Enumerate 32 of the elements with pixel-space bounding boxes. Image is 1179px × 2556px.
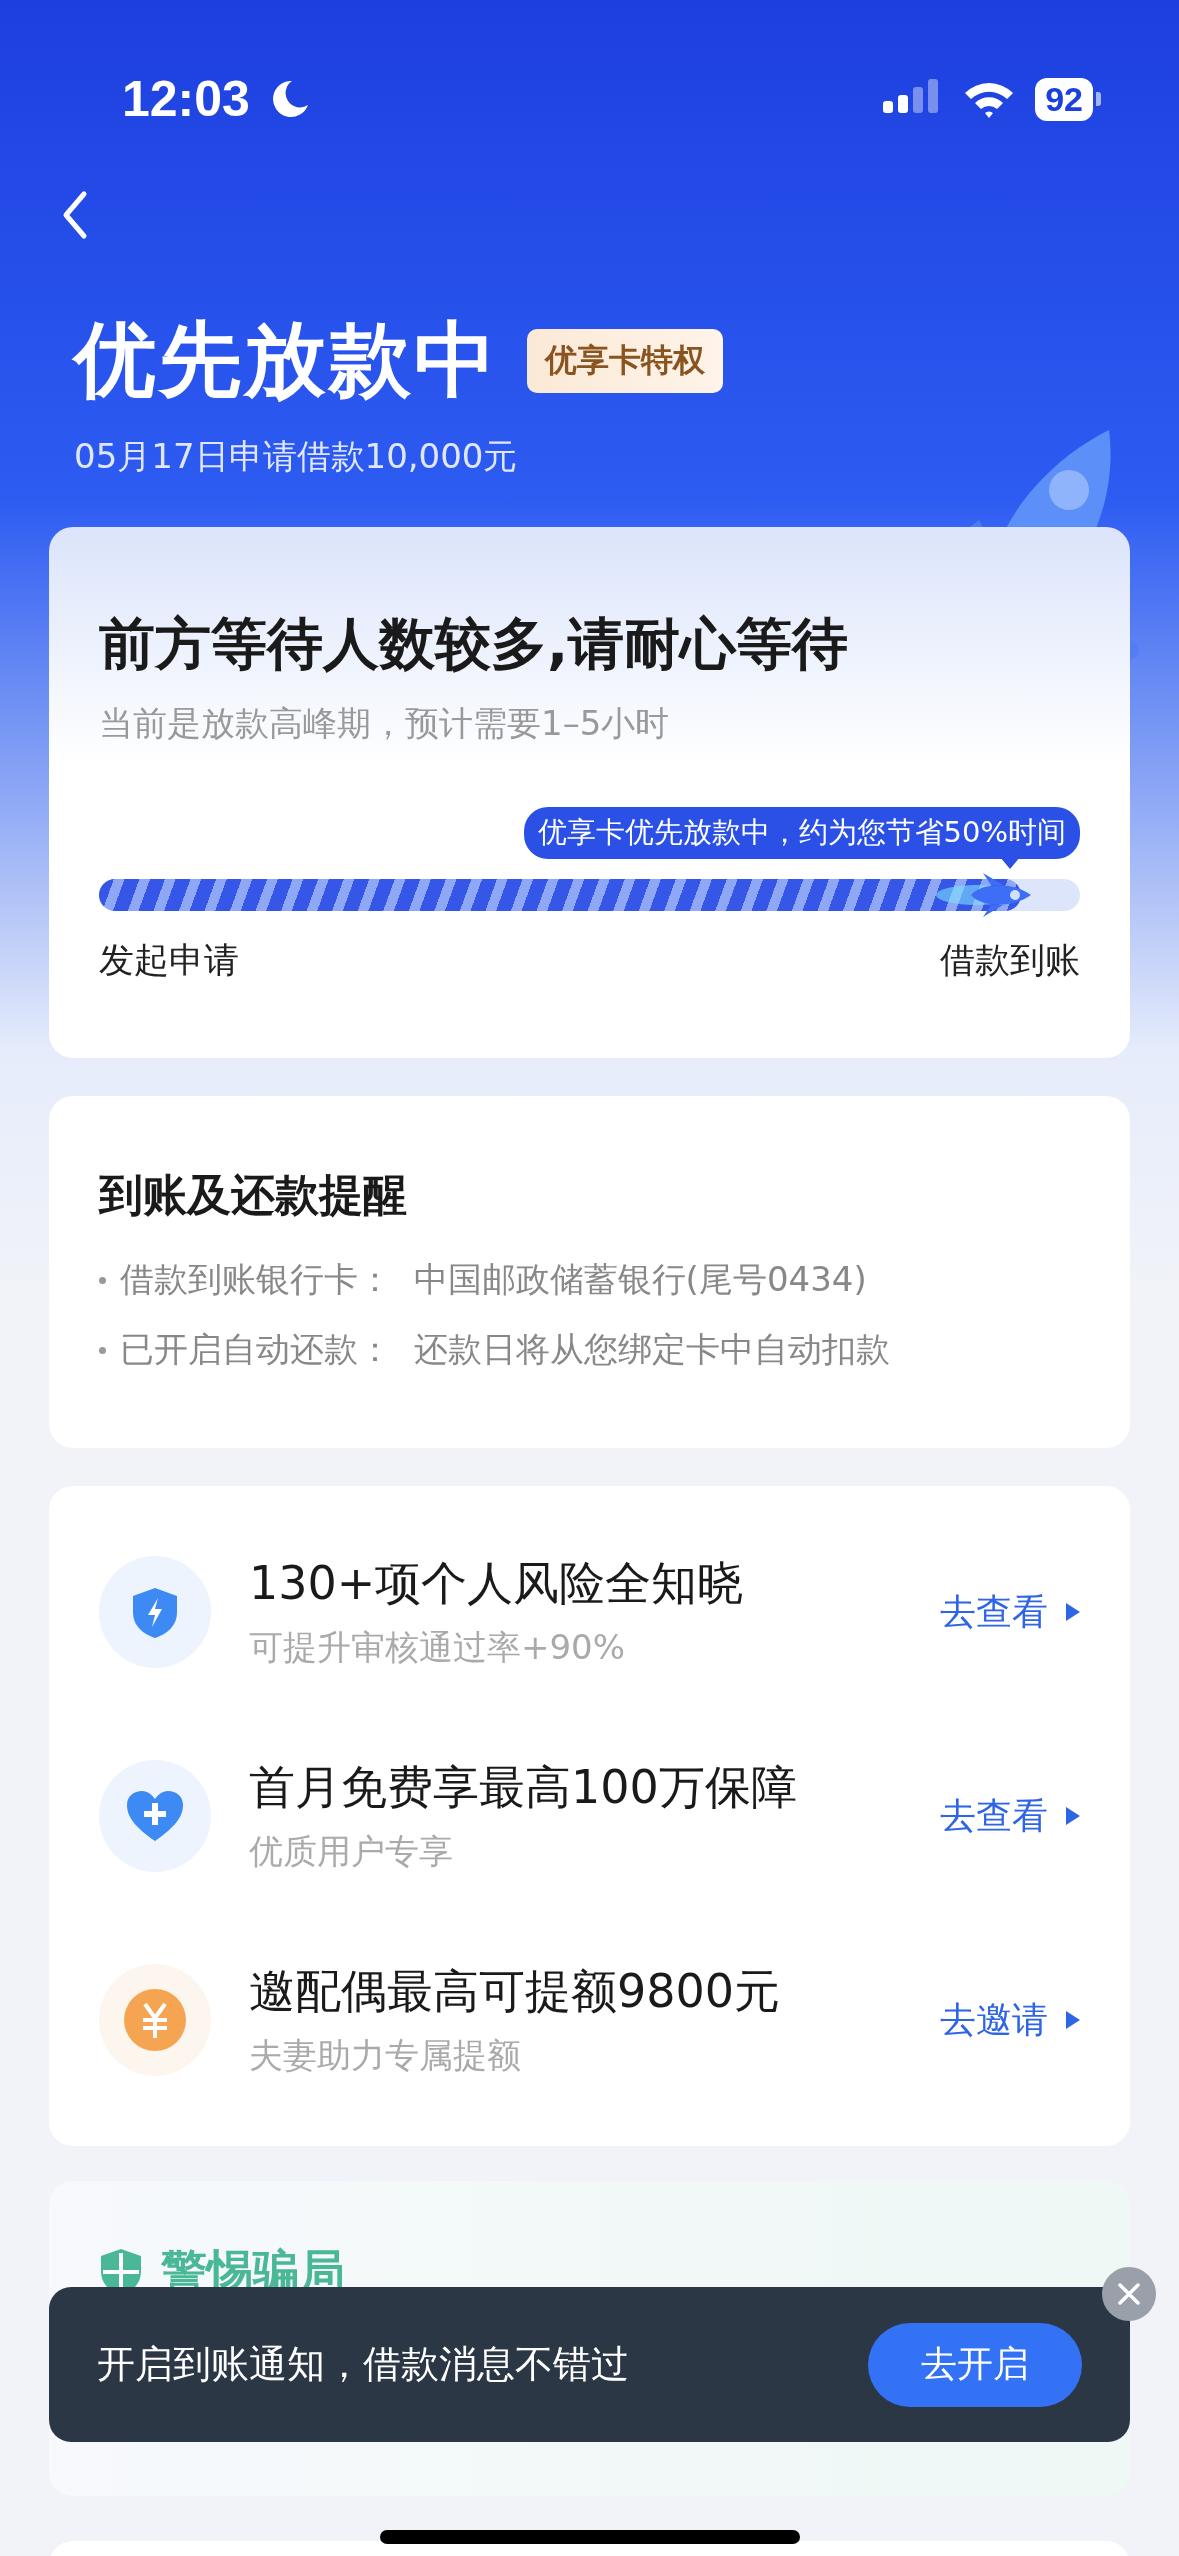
bullet-icon	[99, 1276, 106, 1284]
privilege-badge: 优享卡特权	[527, 329, 723, 393]
application-date: 05月17日申请借款10,000元	[74, 435, 519, 478]
waiting-subtitle: 当前是放款高峰期，预计需要1–5小时	[99, 702, 671, 745]
service-link[interactable]: 去邀请	[940, 1995, 1080, 2045]
heart-icon	[125, 1789, 185, 1843]
status-time: 12:03	[122, 70, 250, 128]
service-subtitle: 夫妻助力专属提额	[249, 2034, 522, 2077]
reminder-item: 已开启自动还款： 还款日将从您绑定卡中自动扣款	[120, 1328, 890, 1371]
tip-bubble: 优享卡优先放款中，约为您节省50%时间	[523, 807, 1080, 859]
service-subtitle: 可提升审核通过率+90%	[249, 1626, 627, 1669]
service-title: 邀配偶最高可提额9800元	[249, 1963, 782, 2020]
close-button[interactable]	[1102, 2267, 1156, 2321]
service-subtitle: 优质用户专享	[249, 1830, 454, 1873]
reminder-title: 到账及还款提醒	[99, 1168, 408, 1222]
caret-icon	[1066, 1807, 1080, 1825]
reminder-item: 借款到账银行卡： 中国邮政储蓄银行(尾号0434)	[120, 1258, 867, 1301]
enable-button[interactable]: 去开启	[868, 2322, 1082, 2407]
yen-coin-icon	[123, 1988, 187, 2052]
service-link[interactable]: 去查看	[940, 1587, 1080, 1637]
start-label: 发起申请	[99, 939, 239, 982]
service-title: 130+项个人风险全知晓	[249, 1555, 745, 1612]
close-icon	[1117, 2282, 1141, 2306]
service-link[interactable]: 去查看	[940, 1791, 1080, 1841]
caret-icon	[1066, 2011, 1080, 2029]
end-label: 借款到账	[940, 939, 1080, 982]
bullet-icon	[99, 1346, 106, 1354]
caret-icon	[1066, 1603, 1080, 1621]
waiting-title: 前方等待人数较多,请耐心等待	[99, 610, 850, 678]
toast-text: 开启到账通知，借款消息不错过	[97, 2341, 629, 2388]
service-title: 首月免费享最高100万保障	[249, 1759, 798, 1816]
page-title: 优先放款中	[74, 311, 499, 409]
